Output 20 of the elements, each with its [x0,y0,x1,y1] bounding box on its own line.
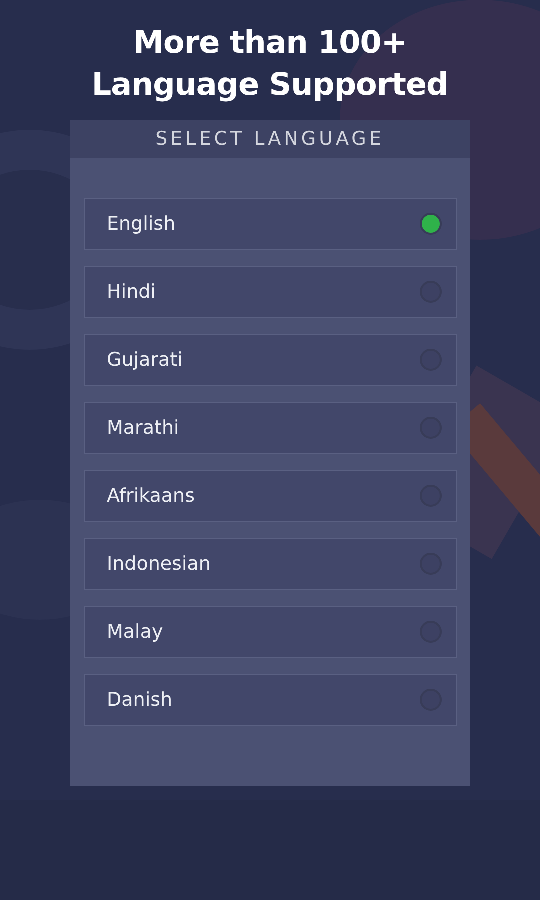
language-name: Hindi [107,281,156,303]
language-option[interactable]: Danish [84,674,457,726]
language-name: Indonesian [107,553,211,575]
language-option[interactable]: Indonesian [84,538,457,590]
language-option[interactable]: Malay [84,606,457,658]
language-option[interactable]: English [84,198,457,250]
radio-button[interactable] [420,213,442,235]
headline: Language Supported [92,66,448,105]
language-name: Marathi [107,417,180,439]
language-name: Afrikaans [107,485,195,507]
language-name: Gujarati [107,349,183,371]
dialog-title: SELECT LANGUAGE [156,128,384,150]
language-name: Malay [107,621,164,643]
language-name: Danish [107,689,173,711]
language-option[interactable]: Marathi [84,402,457,454]
language-option[interactable]: Afrikaans [84,470,457,522]
language-option[interactable]: Hindi [84,266,457,318]
language-name: English [107,213,176,235]
headline: More than 100+ [133,24,407,63]
language-option[interactable]: Gujarati [84,334,457,386]
